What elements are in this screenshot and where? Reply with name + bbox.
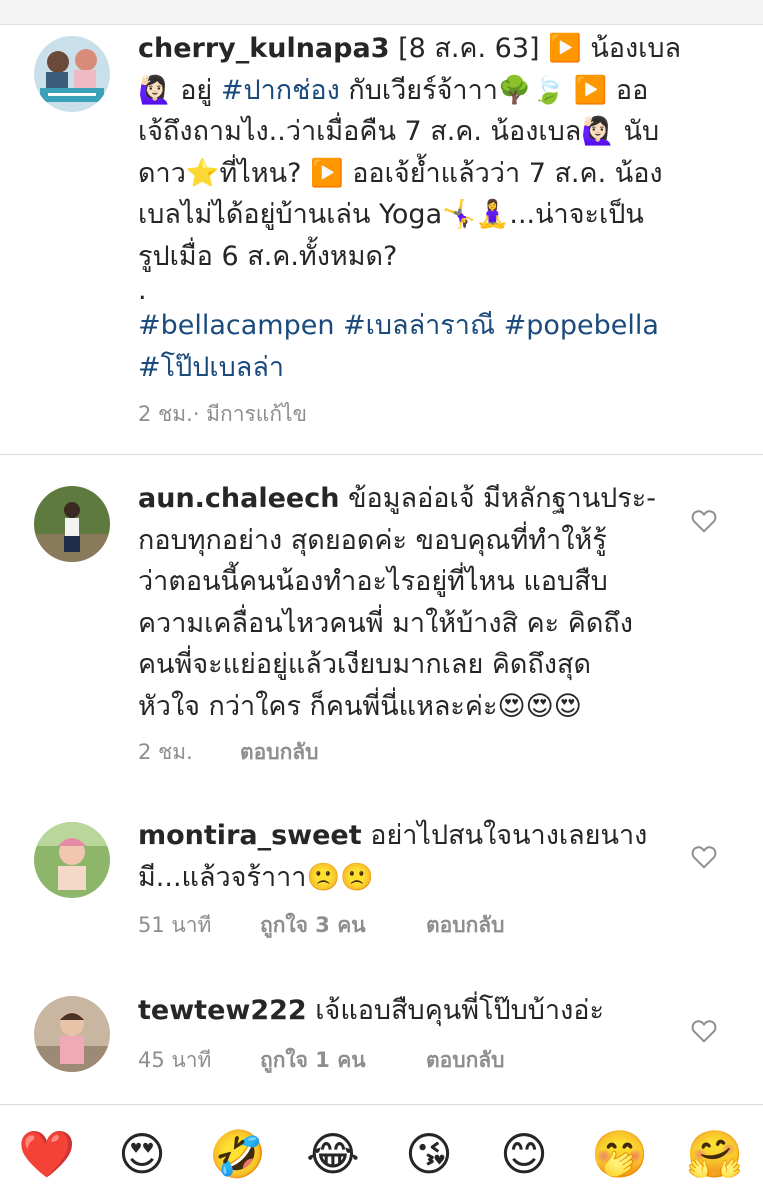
comment-text: tewtew222 เจ้แอบสืบคุนพี่โป๊บบ้างอ่ะ xyxy=(138,990,683,1032)
commenter-avatar[interactable] xyxy=(34,996,110,1072)
commenter-avatar[interactable] xyxy=(34,486,110,562)
reply-button[interactable]: ตอบกลับ xyxy=(240,736,319,769)
edited-label: · มีการแก้ไข xyxy=(192,402,307,426)
comment-text: montira_sweet อย่าไปสนใจนางเลยนาง มี...แ… xyxy=(138,815,683,898)
caption-line: รูปเมื่อ 6 ส.ค.ทั้งหมด? xyxy=(138,240,398,272)
likes-count-link[interactable]: ถูกใจ 3 คน xyxy=(260,909,426,942)
like-heart-icon[interactable] xyxy=(691,1019,717,1043)
caption-divider xyxy=(0,454,763,455)
comment-line: ความเคลื่อนไหวคนพี่ มาให้บ้างสิ คะ คิดถึ… xyxy=(138,607,633,639)
comment-line: หัวใจ กว่าใคร ก็คนพี่นี่แหละค่ะ😍😍😍 xyxy=(138,690,582,722)
hand-over-mouth-emoji-button[interactable]: 🤭 xyxy=(591,1125,649,1183)
caption-meta: 2 ชม. · มีการแก้ไข xyxy=(138,398,307,431)
caption-line: [8 ส.ค. 63] ▶️ น้องเบล xyxy=(389,33,682,64)
caption-line: ดาว⭐ที่ไหน? ▶️ ออเจ้ย้ำแล้วว่า 7 ส.ค. น้… xyxy=(138,157,663,189)
comment-line: เจ้แอบสืบคุนพี่โป๊บบ้างอ่ะ xyxy=(306,995,604,1026)
comment-line: คนพี่จะแย่อยู่แล้วเงียบมากเลย คิดถึงสุด xyxy=(138,649,592,680)
rofl-emoji-button[interactable]: 🤣 xyxy=(209,1125,267,1183)
hashtag-link[interactable]: #ปากช่อง xyxy=(221,75,340,106)
reply-button[interactable]: ตอบกลับ xyxy=(426,1044,505,1077)
comment-meta: 45 นาที ถูกใจ 1 คน ตอบกลับ xyxy=(138,1044,505,1077)
commenter-avatar[interactable] xyxy=(34,822,110,898)
caption-username[interactable]: cherry_kulnapa3 xyxy=(138,33,389,64)
caption-line: เบลไม่ได้อยู่บ้านเล่น Yoga🤸‍♀️🧘‍♀️...น่า… xyxy=(138,199,644,230)
comment-line: อย่าไปสนใจนางเลยนาง xyxy=(361,820,648,851)
comment-time: 45 นาที xyxy=(138,1048,212,1072)
comment-line: ข้อมูลอ่อเจ้ มีหลักฐานประ- xyxy=(339,483,657,514)
comment-line: ว่าตอนนี้คนน้องทำอะไรอยู่ที่ไหน แอบสืบ xyxy=(138,566,608,597)
comment-line: มี...แล้วจร้าาา🙁🙁 xyxy=(138,861,374,893)
kiss-emoji-button[interactable]: 😘 xyxy=(400,1125,458,1183)
smile-emoji-button[interactable]: 😊 xyxy=(495,1125,553,1183)
caption-line: เจ้ถึงถามไง..ว่าเมื่อคืน 7 ส.ค. น้องเบล🙋… xyxy=(138,116,660,147)
reply-button[interactable]: ตอบกลับ xyxy=(426,909,505,942)
caption-line: กับเวียร์จ้าาา🌳🍃 ▶️ ออ xyxy=(339,74,649,106)
hugging-emoji-button[interactable]: 🤗 xyxy=(686,1125,744,1183)
comment-meta: 2 ชม. ตอบกลับ xyxy=(138,736,319,769)
comment-time: 2 ชม. xyxy=(138,740,193,764)
quick-reaction-bar: ❤️ 😍 🤣 😂 😘 😊 🤭 🤗 xyxy=(0,1104,763,1201)
joy-emoji-button[interactable]: 😂 xyxy=(304,1125,362,1183)
comment-meta: 51 นาที ถูกใจ 3 คน ตอบกลับ xyxy=(138,909,505,942)
likes-count-link[interactable]: ถูกใจ 1 คน xyxy=(260,1044,426,1077)
caption-author-avatar[interactable] xyxy=(34,36,110,112)
caption-line: . xyxy=(138,275,147,306)
comment-username[interactable]: aun.chaleech xyxy=(138,483,339,514)
like-heart-icon[interactable] xyxy=(691,845,717,869)
comment-text: aun.chaleech ข้อมูลอ่อเจ้ มีหลักฐานประ- … xyxy=(138,478,683,727)
comment-line: กอบทุกอย่าง สุดยอดค่ะ ขอบคุณที่ทำให้รู้ xyxy=(138,524,607,556)
top-status-strip xyxy=(0,0,763,25)
heart-eyes-emoji-button[interactable]: 😍 xyxy=(113,1125,171,1183)
hashtag-line[interactable]: #bellacampen #เบลล่าราณี #popebella xyxy=(138,305,683,347)
like-heart-icon[interactable] xyxy=(691,509,717,533)
red-heart-emoji-button[interactable]: ❤️ xyxy=(18,1125,76,1183)
hashtag-line[interactable]: #โป๊ปเบลล่า xyxy=(138,347,683,389)
caption-time: 2 ชม. xyxy=(138,402,193,426)
comment-username[interactable]: tewtew222 xyxy=(138,995,307,1026)
comment-time: 51 นาที xyxy=(138,913,212,937)
comment-username[interactable]: montira_sweet xyxy=(138,820,362,851)
caption-text: cherry_kulnapa3 [8 ส.ค. 63] ▶️ น้องเบล 🙋… xyxy=(138,28,683,388)
caption-line: 🙋🏻‍♀️ อยู่ xyxy=(138,74,221,106)
